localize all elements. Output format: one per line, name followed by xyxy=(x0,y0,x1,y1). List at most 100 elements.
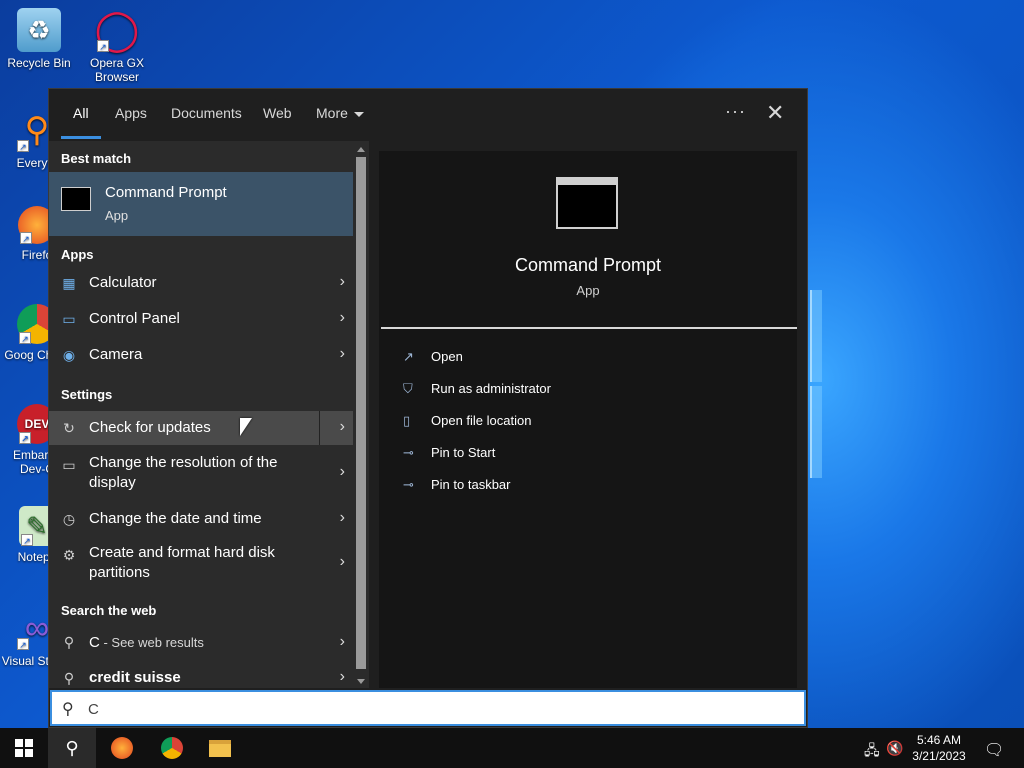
list-item-label: Change the date and time xyxy=(89,510,262,527)
list-item-control-panel[interactable]: ▭ Control Panel › xyxy=(49,301,353,337)
action-label: Run as administrator xyxy=(431,381,551,396)
camera-icon: ◉ xyxy=(62,346,76,363)
best-match-type: App xyxy=(105,208,129,223)
tab-more-label: More xyxy=(316,105,348,121)
windows-logo-pane xyxy=(810,386,822,478)
web-query: C xyxy=(89,634,100,651)
start-button[interactable] xyxy=(0,728,48,768)
start-search-panel: All Apps Documents Web More ··· ✕ Best m… xyxy=(48,88,808,728)
folder-icon xyxy=(209,739,231,757)
taskbar-chrome[interactable] xyxy=(148,728,196,768)
search-web-header: Search the web xyxy=(61,603,157,618)
list-item-change-resolution[interactable]: ▭ Change the resolution of the display › xyxy=(49,447,353,499)
desktop-icon-label: Opera GX Browser xyxy=(89,56,145,84)
recycle-bin-icon: ♻ xyxy=(17,8,61,52)
shield-icon: ⛉ xyxy=(403,381,413,396)
list-item-calculator[interactable]: ▦ Calculator › xyxy=(49,265,353,301)
more-options-icon[interactable]: ··· xyxy=(725,101,746,122)
best-match-item[interactable]: Command Prompt App xyxy=(49,172,353,236)
chevron-right-icon[interactable]: › xyxy=(340,345,345,363)
taskbar-firefox[interactable] xyxy=(98,728,146,768)
chevron-right-icon[interactable]: › xyxy=(340,463,345,481)
clock-date: 3/21/2023 xyxy=(912,749,966,763)
action-open[interactable]: ↗ Open xyxy=(403,349,463,365)
desktop-icon-recycle-bin[interactable]: ♻ Recycle Bin xyxy=(2,8,76,70)
search-input[interactable] xyxy=(88,698,788,720)
close-icon[interactable]: ✕ xyxy=(766,101,784,125)
list-item-change-date-time[interactable]: ◷ Change the date and time › xyxy=(49,501,353,537)
tab-apps[interactable]: Apps xyxy=(115,105,147,121)
list-item-label: credit suisse xyxy=(89,669,181,686)
chevron-right-icon[interactable]: › xyxy=(340,668,345,686)
search-icon: ⚲ xyxy=(63,633,75,650)
clock-calendar-icon: ◷ xyxy=(62,510,76,527)
chevron-right-icon[interactable]: › xyxy=(340,418,345,436)
desktop-icon-label: Recycle Bin xyxy=(7,56,71,70)
scroll-down-icon[interactable] xyxy=(357,679,365,684)
clock-time: 5:46 AM xyxy=(916,733,962,747)
search-tabs: All Apps Documents Web More ··· ✕ xyxy=(49,89,807,141)
divider xyxy=(381,327,797,329)
taskbar-file-explorer[interactable] xyxy=(196,728,244,768)
list-item-camera[interactable]: ◉ Camera › xyxy=(49,337,353,373)
active-tab-indicator xyxy=(61,136,101,139)
taskbar-clock[interactable]: 5:46 AM 3/21/2023 xyxy=(905,732,973,764)
monitor-icon: ▭ xyxy=(62,456,76,473)
action-label: Pin to taskbar xyxy=(431,477,511,492)
tab-web[interactable]: Web xyxy=(263,105,292,121)
taskbar-search-button[interactable]: ⚲ xyxy=(48,728,96,768)
scroll-up-icon[interactable] xyxy=(357,147,365,152)
apps-header: Apps xyxy=(61,247,94,262)
windows-logo-pane xyxy=(810,290,822,382)
tab-more[interactable]: More xyxy=(316,105,364,121)
chevron-right-icon[interactable]: › xyxy=(340,553,345,571)
results-scrollbar[interactable] xyxy=(353,141,369,688)
results-list: Best match Command Prompt App Apps ▦ Cal… xyxy=(49,141,353,688)
action-pin-to-taskbar[interactable]: ⊸ Pin to taskbar xyxy=(403,477,511,493)
web-query-suffix: - See web results xyxy=(99,635,204,650)
tab-all[interactable]: All xyxy=(73,105,89,121)
folder-location-icon: ▯ xyxy=(403,413,411,428)
list-item-label: Change the resolution of the display xyxy=(89,454,278,491)
caret-down-icon xyxy=(353,111,364,117)
list-item-check-for-updates[interactable]: ↻ Check for updates › xyxy=(49,411,353,445)
chrome-icon xyxy=(161,737,183,759)
windows-start-icon xyxy=(15,739,33,757)
list-item-label: Camera xyxy=(89,346,143,363)
scrollbar-thumb[interactable] xyxy=(356,157,366,669)
refresh-icon: ↻ xyxy=(63,419,75,436)
chevron-right-icon[interactable]: › xyxy=(340,509,345,527)
taskbar: ⚲ 🖧 🔇 5:46 AM 3/21/2023 🗨 xyxy=(0,728,1024,768)
best-match-name: Command Prompt xyxy=(105,184,227,201)
command-prompt-large-icon xyxy=(556,177,618,229)
disk-gear-icon: ⚙ xyxy=(62,546,76,563)
notifications-icon[interactable]: 🗨 xyxy=(984,740,1004,760)
chevron-right-icon[interactable]: › xyxy=(340,633,345,651)
chevron-right-icon[interactable]: › xyxy=(340,309,345,327)
desktop-icon-opera-gx[interactable]: ◯ ↗ Opera GX Browser xyxy=(80,8,154,84)
network-icon[interactable]: 🖧 xyxy=(864,740,880,764)
list-item-web-result[interactable]: ⚲ credit suisse › xyxy=(49,661,353,688)
action-open-file-location[interactable]: ▯ Open file location xyxy=(403,413,531,429)
list-item-label: Check for updates xyxy=(89,419,211,436)
action-run-as-administrator[interactable]: ⛉ Run as administrator xyxy=(403,381,551,397)
calculator-icon: ▦ xyxy=(62,274,76,291)
action-pin-to-start[interactable]: ⊸ Pin to Start xyxy=(403,445,495,461)
control-panel-icon: ▭ xyxy=(62,310,76,327)
list-item-web-result[interactable]: ⚲ C - See web results › xyxy=(49,625,353,661)
pin-icon: ⊸ xyxy=(403,477,414,492)
volume-muted-icon[interactable]: 🔇 xyxy=(886,740,903,757)
list-item-label: Control Panel xyxy=(89,310,180,327)
best-match-header: Best match xyxy=(61,151,132,166)
list-item-disk-partitions[interactable]: ⚙ Create and format hard disk partitions… xyxy=(49,537,353,589)
search-icon: ⚲ xyxy=(63,669,75,686)
list-item-label: Calculator xyxy=(89,274,157,291)
preview-app-name: Command Prompt xyxy=(514,255,662,275)
command-prompt-icon xyxy=(61,187,91,211)
mouse-cursor xyxy=(240,418,252,436)
opera-gx-icon: ◯ ↗ xyxy=(94,8,140,52)
action-label: Open xyxy=(431,349,463,364)
search-box[interactable]: ⚲ xyxy=(50,690,806,726)
tab-documents[interactable]: Documents xyxy=(171,105,242,121)
chevron-right-icon[interactable]: › xyxy=(340,273,345,291)
